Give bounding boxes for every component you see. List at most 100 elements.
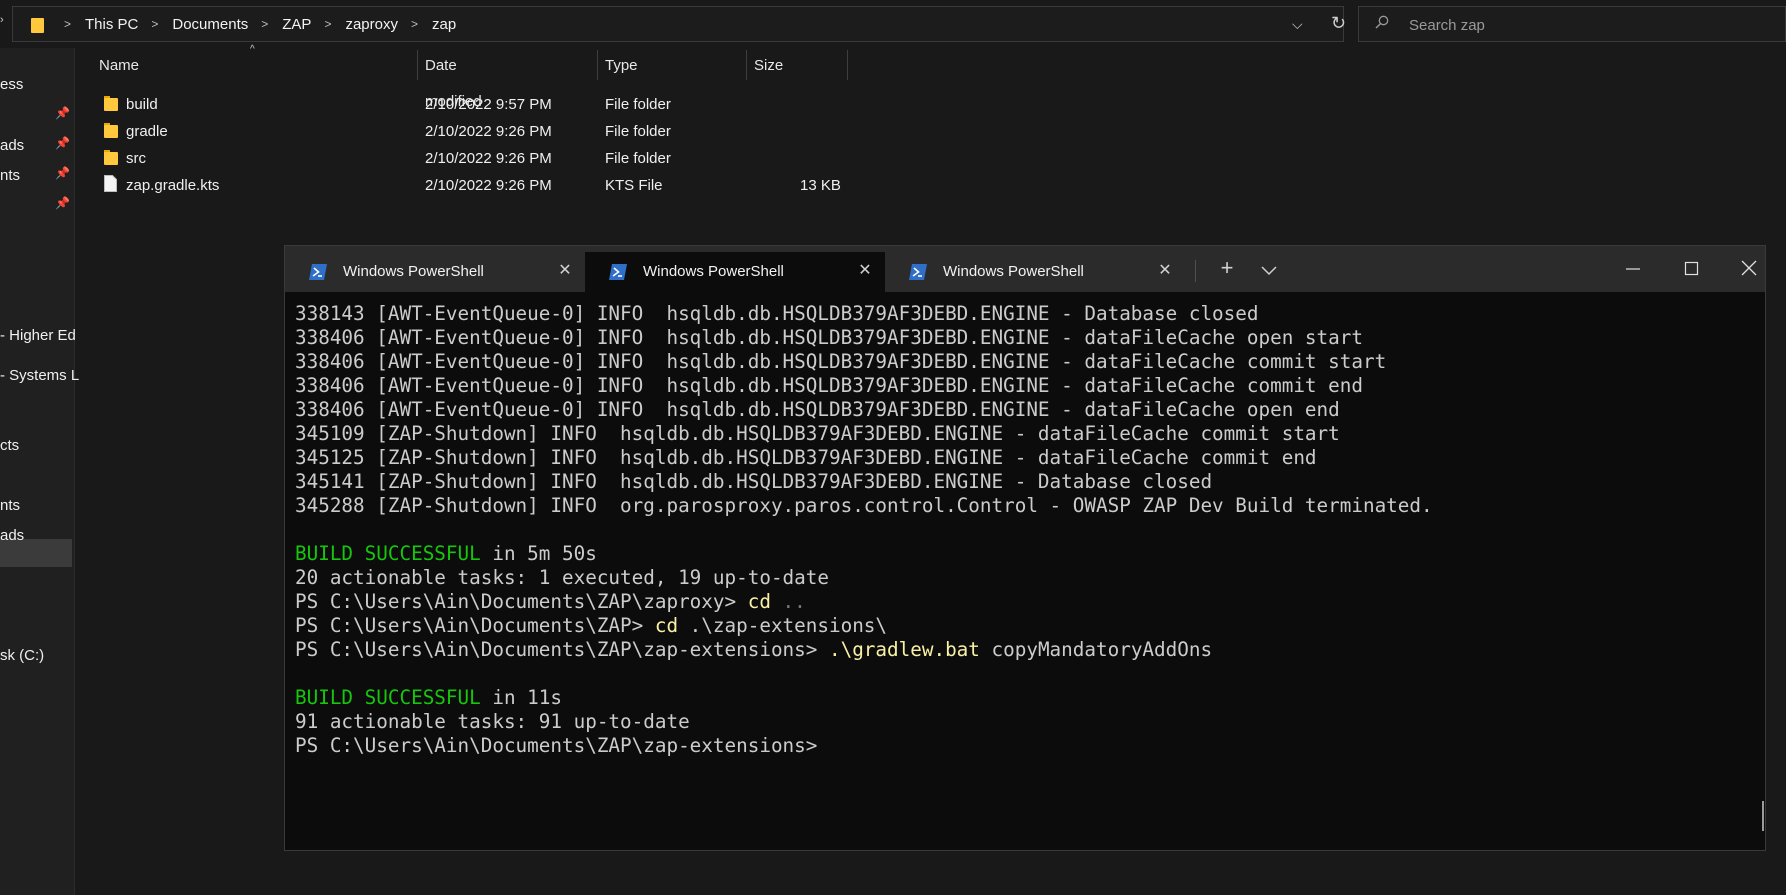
column-header-name[interactable]: Name (91, 48, 139, 84)
folder-icon (104, 96, 118, 111)
minimize-icon[interactable] (1618, 256, 1648, 282)
terminal-text-segment: in 5m 50s (480, 542, 597, 565)
terminal-text-segment: 338406 [AWT-EventQueue-0] INFO hsqldb.db… (295, 326, 1363, 349)
terminal-text-segment: 345109 [ZAP-Shutdown] INFO hsqldb.db.HSQ… (295, 422, 1340, 445)
terminal-line: 345141 [ZAP-Shutdown] INFO hsqldb.db.HSQ… (295, 470, 1755, 494)
sidebar-item-downloads[interactable]: ads (0, 137, 24, 154)
terminal-text-segment: PS C:\Users\Ain\Documents\ZAP\zaproxy> (295, 590, 748, 613)
breadcrumb: > This PC > Documents > ZAP > zaproxy > … (51, 7, 456, 41)
chevron-right-icon[interactable]: > (64, 17, 71, 31)
column-header-type[interactable]: Type (597, 48, 638, 84)
pin-icon: 📌 (55, 136, 70, 150)
tab-windows-powershell-2[interactable]: Windows PowerShell ✕ (585, 252, 885, 292)
terminal-text-segment: 338406 [AWT-EventQueue-0] INFO hsqldb.db… (295, 398, 1340, 421)
file-size: 13 KB (800, 177, 841, 194)
file-icon (104, 175, 117, 192)
windows-terminal-window: Windows PowerShell ✕ Windows PowerShell … (284, 245, 1766, 851)
terminal-output[interactable]: 338143 [AWT-EventQueue-0] INFO hsqldb.db… (295, 302, 1755, 842)
powershell-icon (909, 264, 927, 280)
close-icon[interactable]: ✕ (555, 261, 575, 281)
sidebar-item-downloads-this-pc[interactable]: ads (0, 527, 24, 544)
close-icon[interactable]: ✕ (855, 261, 875, 281)
chevron-right-icon[interactable]: > (411, 17, 418, 31)
chevron-right-icon[interactable]: > (261, 17, 268, 31)
file-date: 2/10/2022 9:26 PM (425, 123, 552, 140)
terminal-text-segment: in 11s (480, 686, 562, 709)
folder-icon (31, 18, 44, 33)
powershell-icon (309, 264, 327, 280)
column-divider[interactable] (847, 50, 848, 80)
search-input[interactable] (1409, 15, 1769, 35)
file-row-src[interactable]: src 2/10/2022 9:26 PM File folder (90, 145, 860, 172)
folder-icon (104, 150, 118, 165)
terminal-text-segment: 345141 [ZAP-Shutdown] INFO hsqldb.db.HSQ… (295, 470, 1213, 493)
terminal-line: 338406 [AWT-EventQueue-0] INFO hsqldb.db… (295, 350, 1755, 374)
terminal-line: 345109 [ZAP-Shutdown] INFO hsqldb.db.HSQ… (295, 422, 1755, 446)
file-date: 2/10/2022 9:26 PM (425, 150, 552, 167)
file-date: 2/10/2022 9:57 PM (425, 96, 552, 113)
terminal-text-segment: 338143 [AWT-EventQueue-0] INFO hsqldb.db… (295, 302, 1259, 325)
tab-windows-powershell-3[interactable]: Windows PowerShell ✕ (885, 252, 1185, 292)
sidebar-item-documents-this-pc[interactable]: nts (0, 497, 20, 514)
terminal-text-segment: copyMandatoryAddOns (979, 638, 1213, 661)
search-icon (1375, 15, 1389, 29)
pin-icon: 📌 (55, 106, 70, 120)
terminal-line: 338406 [AWT-EventQueue-0] INFO hsqldb.db… (295, 398, 1755, 422)
sidebar-item-local-disk[interactable]: sk (C:) (0, 647, 44, 664)
terminal-text-segment: .\gradlew.bat (828, 638, 980, 661)
terminal-text-segment: cd (747, 590, 771, 613)
sidebar-item-documents[interactable]: nts (0, 167, 20, 184)
sidebar-item-systems[interactable]: - Systems L (0, 367, 79, 384)
file-row-gradle[interactable]: gradle 2/10/2022 9:26 PM File folder (90, 118, 860, 145)
column-header-size[interactable]: Size (746, 48, 783, 84)
tab-title: Windows PowerShell (643, 263, 784, 280)
file-name: zap.gradle.kts (126, 177, 220, 194)
breadcrumb-item-this-pc[interactable]: This PC (85, 16, 138, 33)
breadcrumb-item-zap[interactable]: ZAP (282, 16, 311, 33)
chevron-right-icon[interactable]: > (324, 17, 331, 31)
file-type: File folder (605, 150, 671, 167)
terminal-line: 338143 [AWT-EventQueue-0] INFO hsqldb.db… (295, 302, 1755, 326)
file-date: 2/10/2022 9:26 PM (425, 177, 552, 194)
address-bar[interactable]: > This PC > Documents > ZAP > zaproxy > … (12, 6, 1346, 42)
address-history-chevron-down-icon[interactable]: ⌵ (1292, 16, 1303, 33)
tab-divider (1195, 260, 1196, 282)
file-row-zap-gradle-kts[interactable]: zap.gradle.kts 2/10/2022 9:26 PM KTS Fil… (90, 172, 860, 199)
tab-windows-powershell-1[interactable]: Windows PowerShell ✕ (285, 252, 585, 292)
file-row-build[interactable]: build 2/10/2022 9:57 PM File folder (90, 91, 860, 118)
terminal-text-segment: BUILD SUCCESSFUL (295, 542, 481, 565)
sidebar-item-higher-ed[interactable]: - Higher Ed (0, 327, 76, 344)
breadcrumb-item-zaproxy[interactable]: zaproxy (345, 16, 398, 33)
column-header-date-modified[interactable]: Date modified (417, 48, 482, 110)
sidebar-item-objects[interactable]: cts (0, 437, 19, 454)
maximize-icon[interactable] (1676, 256, 1706, 282)
pin-icon: 📌 (55, 166, 70, 180)
sort-ascending-icon: ^ (250, 44, 255, 55)
chevron-down-icon[interactable] (1257, 260, 1281, 280)
close-icon[interactable]: ✕ (1155, 261, 1175, 281)
terminal-line: PS C:\Users\Ain\Documents\ZAP> cd .\zap-… (295, 614, 1755, 638)
tab-title: Windows PowerShell (343, 263, 484, 280)
breadcrumb-item-documents[interactable]: Documents (172, 16, 248, 33)
chevron-right-icon[interactable]: › (0, 14, 4, 26)
terminal-text-segment: 338406 [AWT-EventQueue-0] INFO hsqldb.db… (295, 350, 1387, 373)
terminal-text-segment: cd (654, 614, 679, 637)
search-box[interactable] (1358, 6, 1786, 42)
refresh-icon[interactable]: ↻ (1331, 13, 1346, 34)
tab-title: Windows PowerShell (943, 263, 1084, 280)
file-name: build (126, 96, 158, 113)
terminal-scrollbar[interactable] (1762, 801, 1764, 831)
terminal-text-segment: PS C:\Users\Ain\Documents\ZAP> (295, 614, 655, 637)
terminal-text-segment: 20 actionable tasks: 1 executed, 19 up-t… (295, 566, 829, 589)
sidebar-item-quick-access[interactable]: ess (0, 76, 23, 93)
terminal-text-segment: PS C:\Users\Ain\Documents\ZAP\zap-extens… (295, 638, 829, 661)
close-window-icon[interactable] (1734, 256, 1764, 282)
terminal-line: 338406 [AWT-EventQueue-0] INFO hsqldb.db… (295, 374, 1755, 398)
breadcrumb-item-zap-folder[interactable]: zap (432, 16, 456, 33)
chevron-right-icon[interactable]: > (151, 17, 158, 31)
new-tab-plus-icon[interactable]: + (1213, 254, 1241, 282)
terminal-text-segment: .. (770, 590, 806, 613)
file-type: File folder (605, 96, 671, 113)
terminal-text-segment: 91 actionable tasks: 91 up-to-date (295, 710, 690, 733)
